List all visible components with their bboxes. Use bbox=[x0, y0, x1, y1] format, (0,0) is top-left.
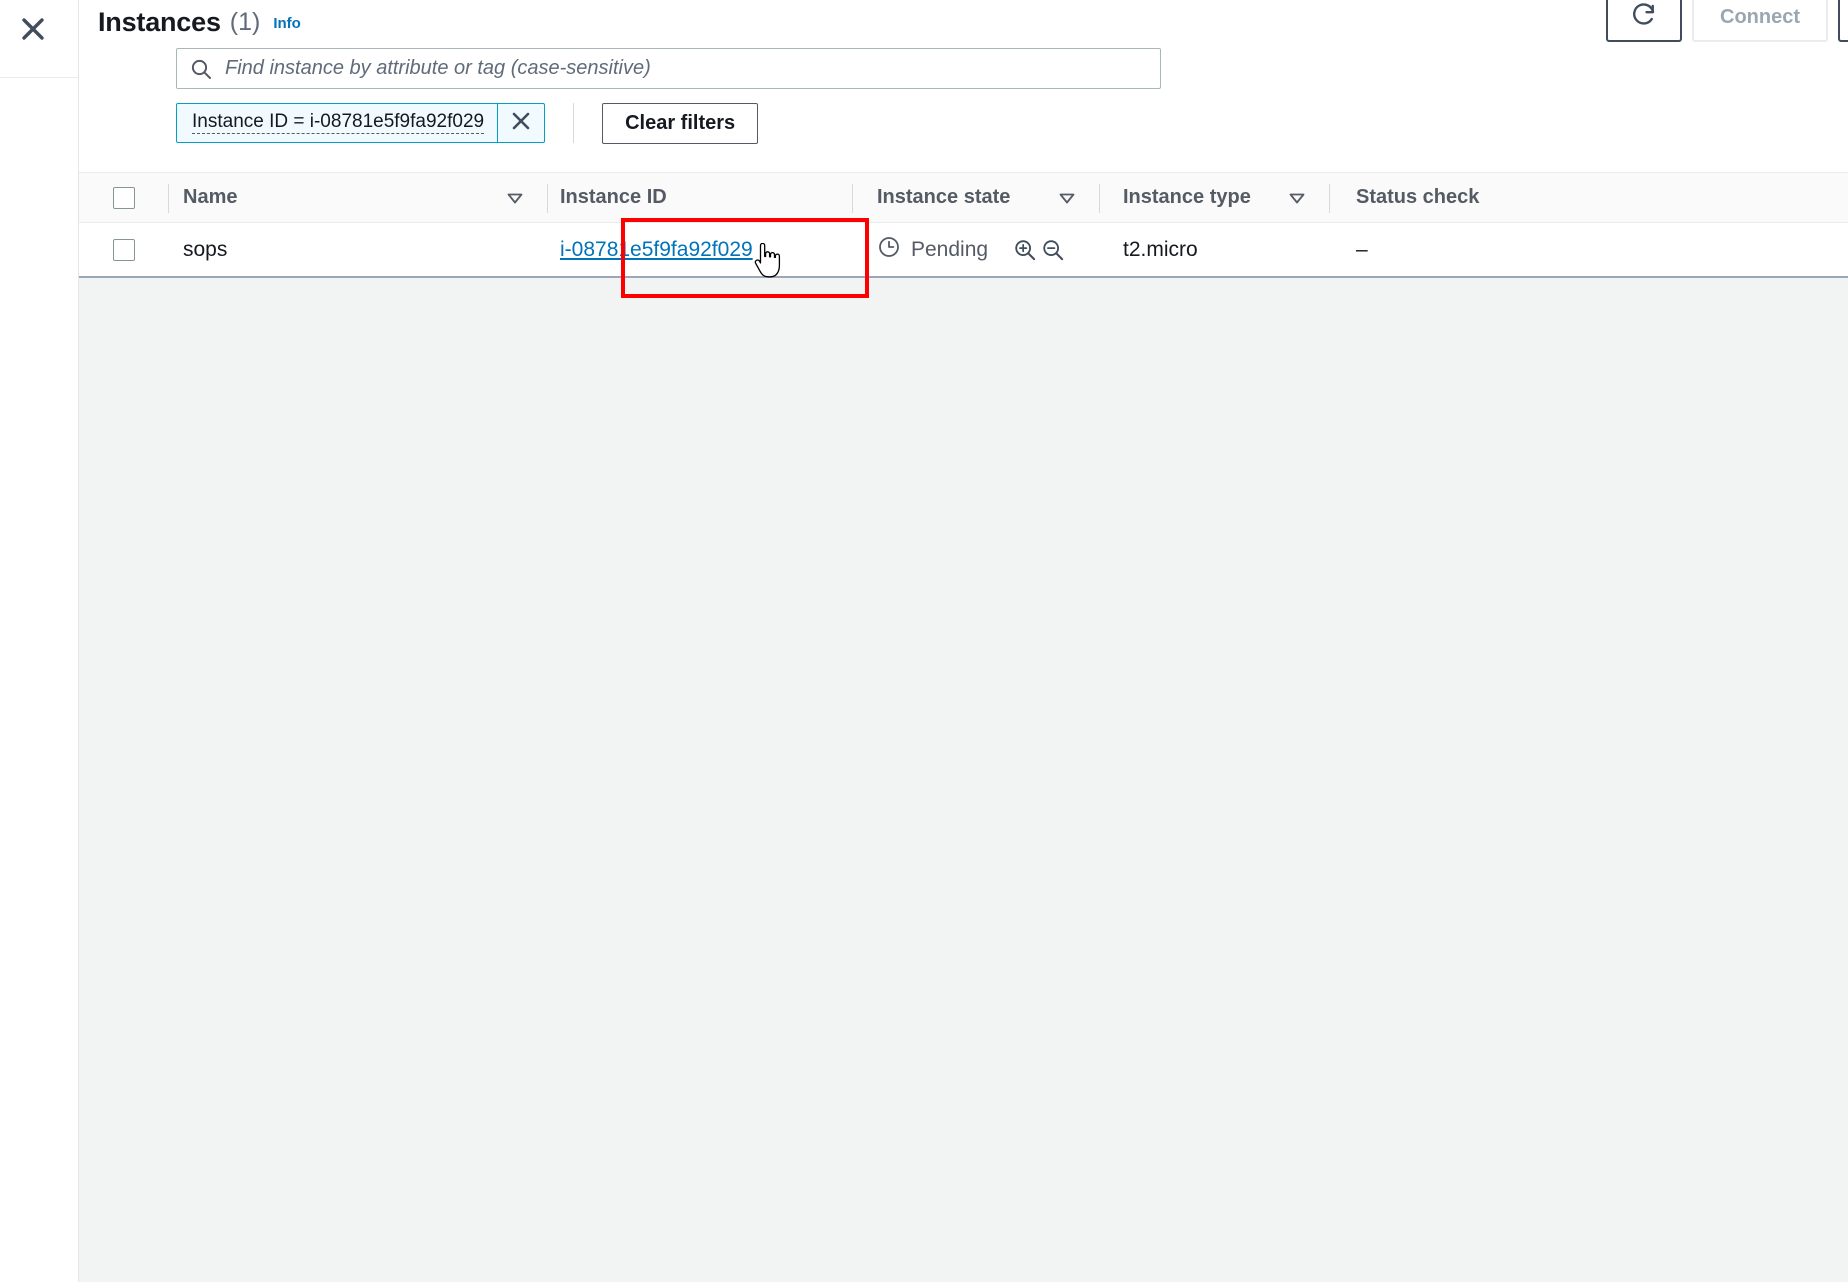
clear-filters-button[interactable]: Clear filters bbox=[602, 102, 759, 144]
filter-chip-text: Instance ID = i-08781e5f9fa92f029 bbox=[192, 111, 485, 134]
sort-caret-down-icon[interactable] bbox=[1057, 188, 1077, 208]
table-row[interactable]: sops i-08781e5f9fa92f029 Pending t2.micr… bbox=[79, 223, 1848, 276]
sort-caret-down-icon[interactable] bbox=[1287, 188, 1307, 208]
filter-separator bbox=[573, 103, 575, 143]
instance-state-indicator: Pending bbox=[877, 235, 988, 264]
cell-instance-state: Pending bbox=[852, 223, 1099, 276]
column-header-label: Instance type bbox=[1123, 186, 1251, 208]
instances-table: Name Instance ID Instance state Instance… bbox=[79, 172, 1848, 276]
instance-id-link[interactable]: i-08781e5f9fa92f029 bbox=[560, 238, 753, 262]
sort-caret-down-icon[interactable] bbox=[505, 188, 525, 208]
zoom-out-icon[interactable] bbox=[1040, 237, 1066, 263]
column-header-instance-type[interactable]: Instance type bbox=[1099, 173, 1329, 222]
column-header-label: Instance state bbox=[877, 186, 1011, 208]
refresh-button[interactable] bbox=[1606, 0, 1682, 42]
column-header-instance-state[interactable]: Instance state bbox=[852, 173, 1099, 222]
connect-button[interactable]: Connect bbox=[1692, 0, 1828, 42]
row-select-cell bbox=[79, 223, 169, 276]
row-checkbox[interactable] bbox=[113, 238, 135, 261]
search-icon bbox=[189, 57, 213, 81]
cell-instance-id: i-08781e5f9fa92f029 bbox=[547, 223, 852, 276]
close-icon bbox=[509, 109, 533, 138]
ec2-instances-screen: Instances (1) Info Connect Find instance… bbox=[0, 0, 1848, 1282]
instance-state-text: Pending bbox=[911, 237, 989, 261]
instance-state-button[interactable] bbox=[1838, 0, 1848, 42]
column-header-label: Status check bbox=[1356, 186, 1480, 208]
table-header-row: Name Instance ID Instance state Instance… bbox=[79, 172, 1848, 223]
left-rail bbox=[0, 0, 79, 1282]
status-check-text: – bbox=[1356, 237, 1368, 261]
instance-name: sops bbox=[183, 237, 228, 261]
instance-count: (1) bbox=[229, 7, 261, 36]
column-header-instance-id[interactable]: Instance ID bbox=[547, 173, 852, 222]
left-rail-divider bbox=[0, 77, 79, 78]
main-panel: Instances (1) Info Connect Find instance… bbox=[79, 0, 1848, 1282]
page-title-row: Instances (1) Info bbox=[98, 0, 301, 44]
cell-name: sops bbox=[169, 223, 547, 276]
close-icon bbox=[19, 15, 47, 43]
info-link[interactable]: Info bbox=[273, 15, 301, 32]
filter-chip-dismiss-button[interactable] bbox=[497, 104, 544, 142]
column-divider bbox=[547, 184, 548, 213]
cell-status-check: – bbox=[1329, 223, 1629, 276]
filter-chip-label: Instance ID = i-08781e5f9fa92f029 bbox=[177, 104, 497, 142]
column-divider bbox=[1099, 184, 1100, 213]
filter-chip-instance-id[interactable]: Instance ID = i-08781e5f9fa92f029 bbox=[176, 103, 546, 143]
column-divider bbox=[852, 184, 853, 213]
column-header-status-check[interactable]: Status check bbox=[1329, 173, 1629, 222]
select-all-cell bbox=[79, 173, 169, 222]
select-all-checkbox[interactable] bbox=[113, 186, 135, 209]
column-divider bbox=[1329, 184, 1330, 213]
cell-instance-type: t2.micro bbox=[1099, 223, 1329, 276]
search-input[interactable] bbox=[225, 57, 1148, 80]
instance-type-text: t2.micro bbox=[1123, 237, 1198, 261]
clock-icon bbox=[877, 235, 901, 264]
search-box[interactable] bbox=[176, 48, 1161, 89]
filter-row: Instance ID = i-08781e5f9fa92f029 Clear … bbox=[176, 102, 759, 144]
state-zoom-controls bbox=[1012, 237, 1066, 263]
close-panel-button[interactable] bbox=[10, 6, 56, 52]
column-header-name[interactable]: Name bbox=[169, 173, 547, 222]
zoom-in-icon[interactable] bbox=[1012, 237, 1038, 263]
panel-empty-area bbox=[79, 276, 1848, 1282]
top-actions: Connect bbox=[1606, 0, 1848, 42]
column-header-label: Instance ID bbox=[560, 186, 667, 208]
page-title: Instances bbox=[98, 6, 221, 37]
refresh-icon bbox=[1629, 0, 1659, 35]
column-header-label: Name bbox=[183, 186, 238, 208]
